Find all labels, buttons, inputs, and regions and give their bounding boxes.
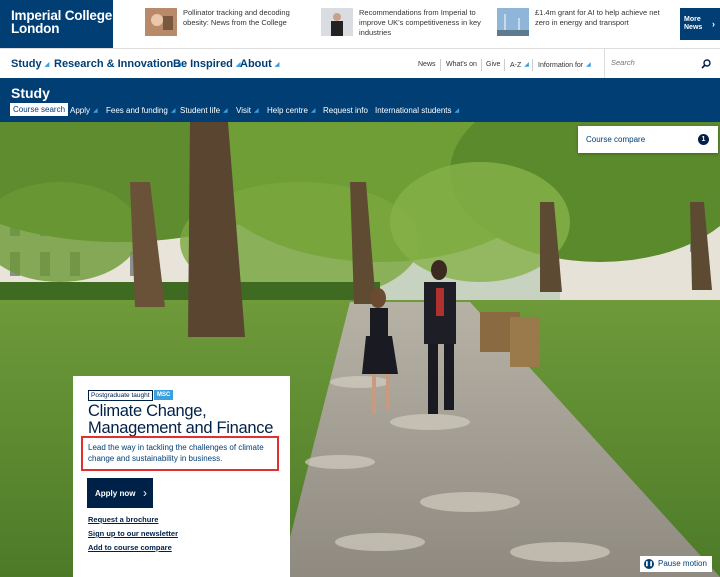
- nav-item-study[interactable]: Study ◢: [11, 58, 49, 70]
- util-link-a-z[interactable]: A-Z ◢: [510, 61, 529, 69]
- triangle-down-icon: ◢: [524, 62, 529, 68]
- subnav-student-life[interactable]: Student life ◢: [180, 106, 228, 115]
- chevron-right-icon: ›: [712, 19, 715, 29]
- compare-count-badge: 1: [698, 134, 709, 145]
- nav-item-about[interactable]: About ◢: [240, 58, 279, 70]
- course-lead: Lead the way in tackling the challenges …: [88, 443, 264, 463]
- triangle-down-icon: ◢: [253, 108, 259, 114]
- degree-badge: MSC: [154, 390, 174, 400]
- level-badge: Postgraduate taught: [88, 390, 153, 401]
- triangle-down-icon: ◢: [44, 62, 50, 68]
- divider: [532, 59, 533, 71]
- search-icon[interactable]: [701, 59, 711, 69]
- newsletter-signup-link[interactable]: Sign up to our newsletter: [88, 529, 178, 538]
- news-thumbnail-2: [321, 8, 353, 36]
- add-to-compare-link[interactable]: Add to course compare: [88, 543, 172, 552]
- chevron-right-icon: ›: [143, 486, 147, 500]
- imperial-logo[interactable]: Imperial College London: [0, 0, 113, 48]
- subnav-help-centre[interactable]: Help centre ◢: [267, 106, 316, 115]
- triangle-down-icon: ◢: [223, 108, 228, 114]
- triangle-down-icon: ◢: [274, 62, 280, 68]
- triangle-down-icon: ◢: [586, 62, 591, 68]
- divider: [440, 59, 441, 71]
- util-link-information-for[interactable]: Information for ◢: [538, 61, 591, 69]
- more-news-button[interactable]: More News ›: [680, 8, 720, 40]
- section-bar: Study Course search Apply ◢ Fees and fund…: [0, 78, 720, 122]
- util-link-news[interactable]: News: [418, 61, 436, 68]
- top-bar: Imperial College London Pollinator track…: [0, 0, 720, 48]
- apply-now-button[interactable]: Apply now ›: [87, 478, 153, 508]
- subnav-visit[interactable]: Visit ◢: [236, 106, 259, 115]
- course-compare-button[interactable]: Course compare 1: [578, 126, 718, 153]
- pause-icon: ❚❚: [644, 559, 654, 569]
- subnav-request-info[interactable]: Request info: [323, 106, 368, 115]
- request-brochure-link[interactable]: Request a brochure: [88, 515, 158, 524]
- subnav-apply[interactable]: Apply ◢: [70, 106, 98, 115]
- subnav-course-search[interactable]: Course search: [10, 103, 69, 116]
- divider: [504, 59, 505, 71]
- course-title: Climate Change, Management and Finance: [88, 402, 274, 437]
- divider: [481, 59, 482, 71]
- nav-item-research[interactable]: Research & Innovation ◢: [54, 58, 181, 70]
- util-link-whats-on[interactable]: What's on: [446, 61, 477, 68]
- subnav-fees-funding[interactable]: Fees and funding ◢: [106, 106, 175, 115]
- course-card: Postgraduate taught MSC Climate Change, …: [73, 376, 290, 577]
- section-title: Study: [11, 85, 50, 101]
- news-thumbnail-3: [497, 8, 529, 36]
- nav-item-be-inspired[interactable]: Be Inspired ◢: [173, 58, 241, 70]
- main-nav: Study ◢ Research & Innovation ◢ Be Inspire…: [0, 48, 720, 79]
- triangle-down-icon: ◢: [93, 108, 98, 114]
- triangle-down-icon: ◢: [454, 108, 460, 114]
- search-box: [604, 49, 720, 79]
- util-link-give[interactable]: Give: [486, 61, 500, 68]
- pause-motion-button[interactable]: ❚❚ Pause motion: [640, 556, 712, 572]
- triangle-down-icon: ◢: [310, 108, 316, 114]
- search-input[interactable]: [611, 58, 691, 67]
- news-thumbnail-1: [145, 8, 177, 36]
- triangle-down-icon: ◢: [170, 108, 176, 114]
- subnav-international-students[interactable]: International students ◢: [375, 106, 459, 115]
